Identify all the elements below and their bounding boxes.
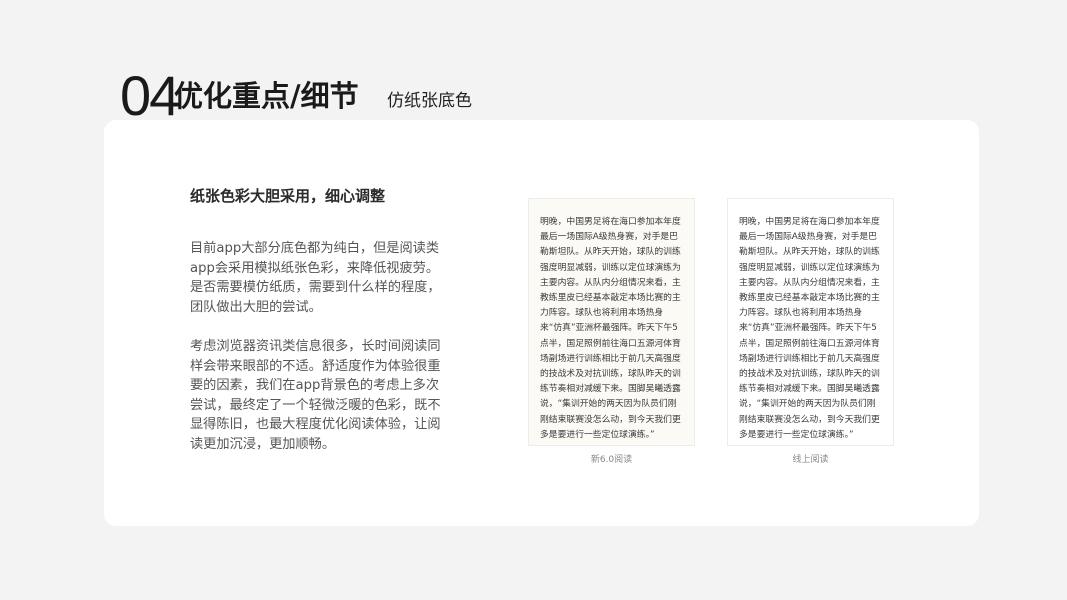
section-header: 04 优化重点/细节 仿纸张底色 (120, 66, 620, 126)
content-card: 纸张色彩大胆采用，细心调整 目前app大部分底色都为纯白，但是阅读类app会采用… (104, 120, 979, 526)
sample-online-reading-text: 明晚，中国男足将在海口参加本年度最后一场国际A级热身赛，对手是巴勒斯坦队。从昨天… (739, 217, 880, 440)
section-title: 优化重点/细节 (174, 79, 359, 113)
caption-new-reading: 新6.0阅读 (590, 455, 633, 465)
sample-online-reading: 明晚，中国男足将在海口参加本年度最后一场国际A级热身赛，对手是巴勒斯坦队。从昨天… (727, 198, 894, 446)
caption-online-reading: 线上阅读 (792, 455, 829, 465)
paragraph-1: 目前app大部分底色都为纯白，但是阅读类app会采用模拟纸张色彩，来降低视疲劳。… (190, 241, 441, 315)
section-subtitle: 仿纸张底色 (387, 91, 472, 111)
sample-new-reading: 明晚，中国男足将在海口参加本年度最后一场国际A级热身赛，对手是巴勒斯坦队。从昨天… (528, 198, 695, 446)
section-number: 04 (120, 64, 180, 127)
paragraph-2: 考虑浏览器资讯类信息很多，长时间阅读同样会带来眼部的不适。舒适度作为体验很重要的… (190, 339, 441, 452)
sample-new-reading-text: 明晚，中国男足将在海口参加本年度最后一场国际A级热身赛，对手是巴勒斯坦队。从昨天… (540, 217, 681, 440)
lead-heading: 纸张色彩大胆采用，细心调整 (190, 187, 386, 205)
